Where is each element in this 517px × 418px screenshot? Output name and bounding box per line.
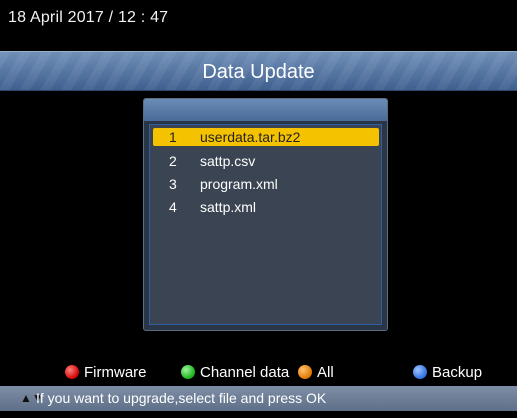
file-name: sattp.xml bbox=[200, 199, 257, 215]
file-list: 1 userdata.tar.bz2 2 sattp.csv 3 program… bbox=[153, 128, 379, 219]
channel-data-label: Channel data bbox=[200, 364, 290, 381]
orange-button-icon bbox=[298, 365, 312, 379]
blue-button-icon bbox=[413, 365, 427, 379]
file-number: 1 bbox=[169, 129, 177, 145]
page-title: Data Update bbox=[202, 61, 315, 83]
file-item-1[interactable]: 1 userdata.tar.bz2 bbox=[153, 128, 379, 146]
file-number: 4 bbox=[169, 199, 177, 215]
backup-key[interactable]: Backup bbox=[413, 362, 482, 384]
file-number: 2 bbox=[169, 153, 177, 169]
help-text: If you want to upgrade,select file and p… bbox=[36, 390, 327, 406]
file-name: userdata.tar.bz2 bbox=[200, 129, 301, 145]
file-dialog: 1 userdata.tar.bz2 2 sattp.csv 3 program… bbox=[143, 98, 388, 331]
firmware-label: Firmware bbox=[84, 364, 147, 381]
dialog-header bbox=[144, 99, 387, 121]
help-bar: ▲▼ If you want to upgrade,select file an… bbox=[0, 386, 517, 411]
color-key-legend: Firmware Channel data All Backup bbox=[0, 362, 517, 384]
red-button-icon bbox=[65, 365, 79, 379]
file-item-4[interactable]: 4 sattp.xml bbox=[153, 196, 379, 219]
file-list-panel: 1 userdata.tar.bz2 2 sattp.csv 3 program… bbox=[149, 124, 382, 325]
title-bar: Data Update bbox=[0, 51, 517, 91]
file-name: sattp.csv bbox=[200, 153, 256, 169]
datetime-display: 18 April 2017 / 12 : 47 bbox=[8, 9, 169, 26]
firmware-key[interactable]: Firmware bbox=[65, 362, 147, 384]
channel-data-key[interactable]: Channel data bbox=[181, 362, 289, 384]
file-number: 3 bbox=[169, 176, 177, 192]
backup-label: Backup bbox=[432, 364, 483, 381]
file-item-2[interactable]: 2 sattp.csv bbox=[153, 150, 379, 173]
all-label: All bbox=[317, 364, 334, 381]
all-key[interactable]: All bbox=[298, 362, 334, 384]
file-name: program.xml bbox=[200, 176, 278, 192]
green-button-icon bbox=[181, 365, 195, 379]
file-item-3[interactable]: 3 program.xml bbox=[153, 173, 379, 196]
